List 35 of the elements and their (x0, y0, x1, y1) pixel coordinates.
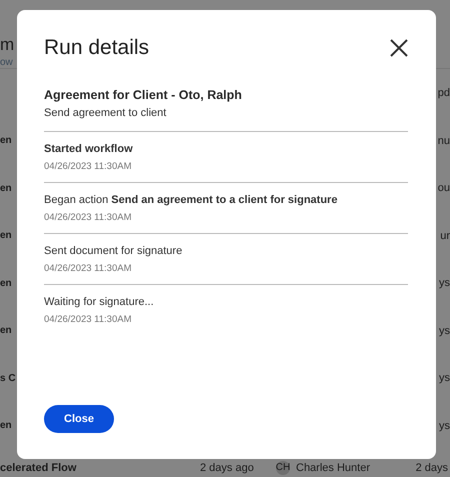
event-text: Waiting for signature... (44, 296, 155, 308)
close-button[interactable]: Close (44, 405, 114, 433)
event-time: 04/26/2023 11:30AM (44, 161, 133, 172)
event-text: Started workflow (44, 143, 134, 155)
dialog-title: Run details (44, 36, 150, 60)
tab[interactable]: ow (0, 57, 13, 69)
updated-time: ur (440, 230, 450, 242)
event-text: Began action Send an agreement to a client for signature (44, 194, 338, 206)
updated-time: ys (439, 372, 450, 384)
column-header: pd (438, 87, 450, 99)
flow-name[interactable]: en (0, 325, 12, 336)
created-time: 2 days ago (200, 461, 255, 475)
updated-time: ys (439, 420, 450, 432)
flow-name[interactable]: en (0, 230, 12, 242)
flow-name[interactable]: en (0, 135, 12, 146)
flow-name[interactable]: en (0, 278, 12, 289)
updated-time: ou (438, 182, 450, 194)
event-time: 04/26/2023 11:30AM (44, 314, 133, 325)
flow-name[interactable]: s C (0, 372, 16, 384)
event-time: 04/26/2023 11:30AM (44, 263, 133, 274)
agreement-title: Agreement for Client - Oto, Ralph (44, 88, 243, 102)
event-time: 04/26/2023 11:30AM (44, 212, 133, 223)
event-text: Sent document for signature (44, 245, 184, 257)
page-title: m (0, 34, 14, 56)
updated-time: 2 days (416, 461, 448, 475)
updated-time: ys (439, 324, 450, 337)
updated-time: ys (439, 277, 450, 290)
agreement-subtitle: Send agreement to client (44, 107, 168, 119)
avatar: CH (276, 461, 290, 475)
flow-name[interactable]: celerated Flow (0, 461, 200, 475)
flow-name[interactable]: en (0, 420, 12, 432)
owner-name: Charles Hunter (296, 461, 370, 475)
close-icon[interactable] (390, 39, 408, 57)
flow-name[interactable]: en (0, 182, 12, 194)
updated-time: nu (438, 134, 450, 147)
